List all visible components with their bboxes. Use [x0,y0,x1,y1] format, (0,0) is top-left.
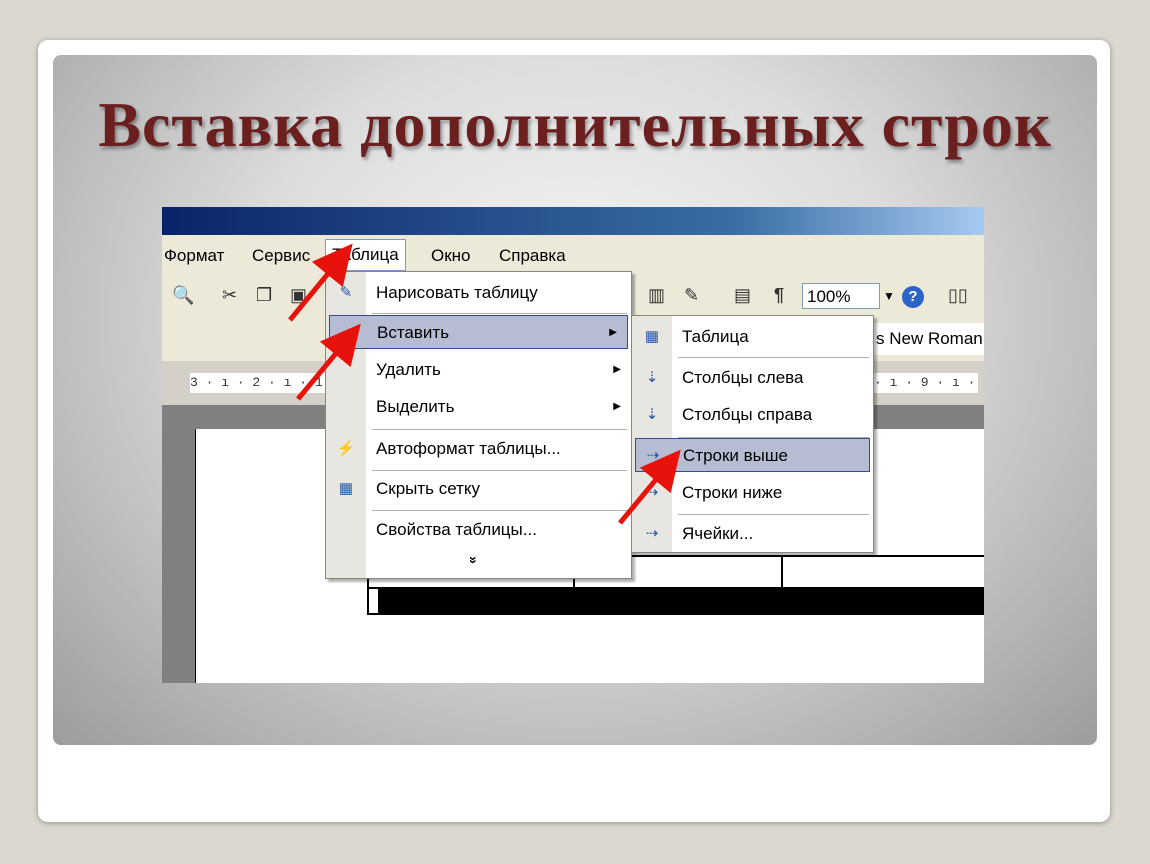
submenu-arrow-icon: ▶ [613,401,621,412]
submenu-arrow-icon: ▶ [613,364,621,375]
menu-service[interactable]: Сервис [252,246,310,266]
submenu-item-columns-left[interactable]: ⇣ Столбцы слева [632,361,873,395]
submenu-arrow-icon: ▶ [609,327,617,338]
menu-separator [678,357,869,358]
menu-item-label: Таблица [682,327,749,346]
menu-window[interactable]: Окно [431,246,471,266]
submenu-item-table[interactable]: ▦ Таблица [632,320,873,354]
menu-item-label: Столбцы слева [682,368,804,387]
menu-bar: Формат Сервис Таблица Окно Справка [162,235,984,275]
ruler-right-text: · ı · 9 · ı · [874,373,978,393]
menu-item-draw-table[interactable]: ✎ Нарисовать таблицу [326,276,631,310]
menu-table[interactable]: Таблица [325,239,406,271]
show-formatting-icon[interactable]: ¶ [774,285,784,306]
menu-item-hide-grid[interactable]: ▦ Скрыть сетку [326,472,631,506]
font-select[interactable]: s New Roman [872,323,984,355]
menu-separator [372,510,627,511]
table-row-cell [367,587,380,615]
window-titlebar [162,207,984,235]
columns-icon[interactable]: ▥ [648,285,665,306]
paste-icon[interactable]: ▣ [290,285,307,306]
selected-table-row [380,587,984,615]
menu-item-label: Ячейки... [682,524,754,543]
menu-item-label: Свойства таблицы... [376,520,537,539]
research-icon[interactable]: 🔍 [172,285,194,306]
columns-left-icon: ⇣ [645,369,659,386]
submenu-item-rows-below[interactable]: ⇢ Строки ниже [632,476,873,510]
menu-format[interactable]: Формат [164,246,224,266]
expand-menu-icon[interactable]: » [466,556,482,564]
menu-item-label: Строки выше [683,446,788,465]
columns-right-icon: ⇣ [645,406,659,423]
menu-item-label: Удалить [376,360,441,379]
ruler-left-text: 3 · ı · 2 · ı · 1 [190,373,330,393]
menu-item-delete[interactable]: Удалить ▶ [326,353,631,387]
menu-item-label: Автоформат таблицы... [376,439,561,458]
menu-help[interactable]: Справка [499,246,566,266]
menu-item-label: Скрыть сетку [376,479,481,498]
insert-submenu: ▦ Таблица ⇣ Столбцы слева ⇣ Столбцы спра… [631,315,874,553]
menu-item-table-properties[interactable]: Свойства таблицы... [326,513,631,547]
submenu-item-columns-right[interactable]: ⇣ Столбцы справа [632,398,873,432]
chevron-down-icon[interactable]: ▼ [880,283,898,309]
menu-item-insert[interactable]: Вставить ▶ [329,315,628,349]
rows-above-icon: ⇢ [646,447,660,464]
read-icon[interactable]: ▯▯ [948,285,968,306]
grid-icon: ▦ [338,480,354,497]
menu-separator [372,313,627,314]
menu-separator [372,429,627,430]
submenu-item-cells[interactable]: ⇢ Ячейки... [632,517,873,551]
copy-icon[interactable]: ❐ [256,285,272,306]
menu-separator [678,514,869,515]
submenu-item-rows-above[interactable]: ⇢ Строки выше [635,438,870,472]
menu-item-label: Нарисовать таблицу [376,283,538,302]
menu-item-label: Столбцы справа [682,405,813,424]
pencil-table-icon: ✎ [339,284,353,301]
menu-item-label: Строки ниже [682,483,783,502]
menu-item-select[interactable]: Выделить ▶ [326,390,631,424]
menu-item-autoformat[interactable]: ⚡ Автоформат таблицы... [326,432,631,466]
word-screenshot: Формат Сервис Таблица Окно Справка 🔍 ✂ ❐… [162,207,984,683]
table-menu: ✎ Нарисовать таблицу Вставить ▶ Удалить … [325,271,632,579]
table-cell-border [781,557,783,589]
menu-separator [372,470,627,471]
menu-item-label: Вставить [377,323,450,342]
table-icon: ▦ [644,328,660,345]
cells-icon: ⇢ [645,525,659,542]
slide-title: Вставка дополнительных строк [98,89,1052,160]
zoom-select[interactable]: 100% [802,283,880,309]
cut-icon[interactable]: ✂ [222,285,237,306]
help-icon[interactable]: ? [902,286,924,308]
drawing-icon[interactable]: ✎ [684,285,699,306]
rows-below-icon: ⇢ [645,484,659,501]
document-map-icon[interactable]: ▤ [734,285,751,306]
autoformat-icon: ⚡ [336,440,356,457]
menu-item-label: Выделить [376,397,455,416]
